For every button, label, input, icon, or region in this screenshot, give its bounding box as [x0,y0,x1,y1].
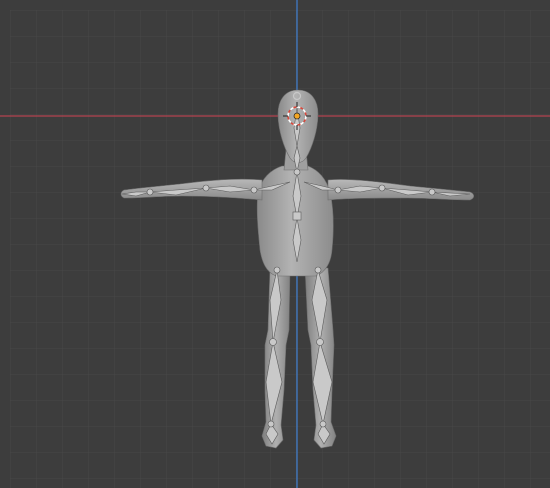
joint-right-shoulder[interactable] [334,186,342,194]
3d-viewport[interactable] [0,0,550,488]
viewport-canvas[interactable] [0,0,550,488]
joint-right-wrist[interactable] [428,188,436,196]
joint-neck[interactable] [293,168,301,176]
joint-left-hip[interactable] [273,266,281,274]
joint-right-hip[interactable] [314,266,322,274]
joint-left-ankle[interactable] [267,420,275,428]
bone-hips[interactable] [292,211,302,221]
joint-left-shoulder[interactable] [250,186,258,194]
joint-left-knee[interactable] [269,338,277,346]
joint-right-elbow[interactable] [378,184,386,192]
joint-left-wrist[interactable] [146,188,154,196]
joint-right-knee[interactable] [316,338,324,346]
joint-right-ankle[interactable] [319,420,327,428]
object-origin-icon[interactable] [293,112,301,120]
joint-left-elbow[interactable] [202,184,210,192]
